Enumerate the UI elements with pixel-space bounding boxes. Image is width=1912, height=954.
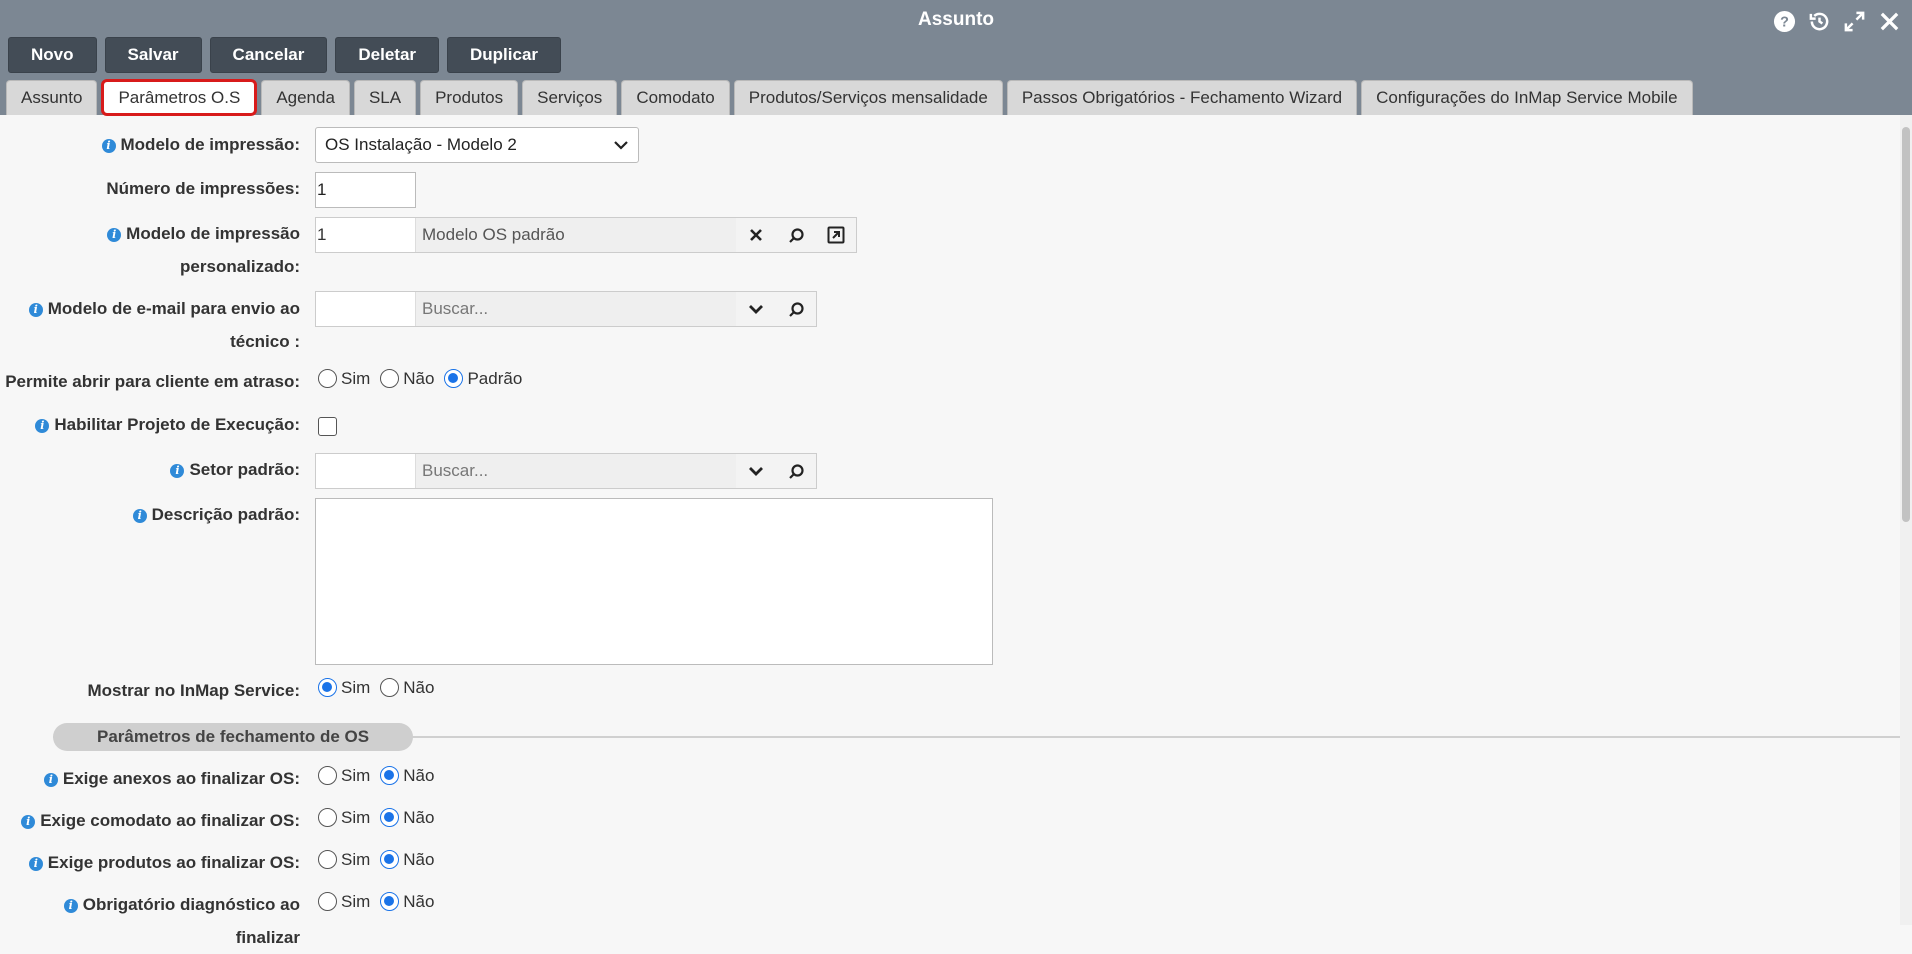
info-icon[interactable]: i (63, 898, 78, 913)
modelo-email-code-input[interactable] (316, 292, 416, 326)
exige-produtos-radio-group: Sim Não (318, 843, 434, 876)
info-icon[interactable]: i (28, 302, 43, 317)
setor-padrao-label: i Setor padrão: (170, 453, 300, 486)
modelo-email-lookup: Buscar... (315, 291, 817, 327)
radio-button[interactable] (318, 369, 337, 388)
permite-atraso-radio-group: Sim Não Padrão (318, 362, 522, 395)
modelo-email-label-cont: técnico : (230, 332, 300, 351)
obrigatorio-diagnostico-label: i Obrigatório diagnóstico ao finalizar (0, 888, 300, 954)
radio-button[interactable] (318, 892, 337, 911)
permite-atraso-nao[interactable]: Não (380, 369, 434, 389)
exige-anexos-sim[interactable]: Sim (318, 766, 370, 786)
modelo-impressao-label: i Modelo de impressão: (101, 128, 300, 161)
obrigatorio-diagnostico-nao[interactable]: Não (380, 892, 434, 912)
exige-anexos-nao[interactable]: Não (380, 766, 434, 786)
section-header: Parâmetros de fechamento de OS (53, 723, 1903, 751)
modelo-personalizado-label-cont: personalizado: (180, 257, 300, 276)
projeto-execucao-checkbox[interactable] (318, 417, 337, 436)
info-icon[interactable]: i (132, 508, 147, 523)
clear-icon[interactable] (736, 218, 776, 252)
modelo-impressao-value: OS Instalação - Modelo 2 (325, 135, 517, 154)
projeto-execucao-label: i Habilitar Projeto de Execução: (35, 408, 300, 441)
obrigatorio-diagnostico-sim[interactable]: Sim (318, 892, 370, 912)
exige-comodato-nao[interactable]: Não (380, 808, 434, 828)
chevron-down-icon[interactable] (736, 454, 776, 488)
modelo-personalizado-label: i Modelo de impressão (107, 217, 300, 250)
info-icon[interactable]: i (43, 772, 58, 787)
exige-anexos-label: i Exige anexos ao finalizar OS: (43, 762, 300, 795)
modelo-impressao-select[interactable]: OS Instalação - Modelo 2 (315, 127, 639, 163)
radio-button[interactable] (380, 369, 400, 388)
numero-impressoes-input[interactable]: 1 (315, 172, 416, 208)
descricao-padrao-label: i Descrição padrão: (132, 498, 300, 531)
info-icon[interactable]: i (28, 856, 43, 871)
modelo-email-label: i Modelo de e-mail para envio ao (28, 292, 300, 325)
modelo-email-search-input[interactable]: Buscar... (416, 292, 736, 326)
mostrar-inmap-nao[interactable]: Não (380, 678, 434, 698)
info-icon[interactable]: i (35, 418, 50, 433)
radio-button[interactable] (318, 766, 337, 785)
modelo-personalizado-code-input[interactable]: 1 (316, 218, 416, 252)
section-title: Parâmetros de fechamento de OS (53, 723, 414, 751)
radio-button-selected[interactable] (380, 892, 400, 911)
radio-button-selected[interactable] (380, 808, 400, 827)
exige-anexos-radio-group: Sim Não (318, 759, 434, 792)
info-icon[interactable]: i (170, 463, 185, 478)
search-icon[interactable] (776, 454, 816, 488)
form-content: i Modelo de impressão: OS Instalação - Mo… (0, 0, 1903, 947)
scrollbar-thumb[interactable] (1902, 127, 1910, 522)
scrollbar[interactable] (1900, 115, 1912, 925)
setor-padrao-lookup: Buscar... (315, 453, 817, 489)
search-icon[interactable] (776, 292, 816, 326)
permite-atraso-padrao[interactable]: Padrão (444, 369, 522, 389)
numero-impressoes-label: Número de impressões: (106, 179, 300, 198)
mostrar-inmap-label: Mostrar no InMap Service: (87, 681, 300, 700)
radio-button-selected[interactable] (380, 766, 400, 785)
open-external-icon[interactable] (816, 218, 856, 252)
info-icon[interactable]: i (21, 814, 36, 829)
obrigatorio-diagnostico-radio-group: Sim Não (318, 885, 434, 918)
exige-comodato-radio-group: Sim Não (318, 801, 434, 834)
permite-atraso-sim[interactable]: Sim (318, 369, 370, 389)
mostrar-inmap-radio-group: Sim Não (318, 671, 434, 704)
radio-button[interactable] (318, 850, 337, 869)
radio-button-selected[interactable] (444, 369, 464, 388)
exige-produtos-label: i Exige produtos ao finalizar OS: (28, 846, 300, 879)
exige-comodato-sim[interactable]: Sim (318, 808, 370, 828)
exige-produtos-nao[interactable]: Não (380, 850, 434, 870)
descricao-padrao-textarea[interactable] (315, 498, 993, 665)
modelo-personalizado-description: Modelo OS padrão (422, 225, 565, 244)
exige-comodato-label: i Exige comodato ao finalizar OS: (21, 804, 300, 837)
radio-button[interactable] (318, 808, 337, 827)
radio-button[interactable] (380, 678, 400, 697)
setor-padrao-code-input[interactable] (316, 454, 416, 488)
info-icon[interactable]: i (107, 227, 122, 242)
permite-atraso-label: Permite abrir para cliente em atraso: (5, 372, 300, 391)
chevron-down-icon[interactable] (736, 292, 776, 326)
search-icon[interactable] (776, 218, 816, 252)
chevron-down-icon (614, 141, 628, 150)
radio-button-selected[interactable] (380, 850, 400, 869)
radio-button-selected[interactable] (318, 678, 337, 697)
setor-padrao-search-input[interactable]: Buscar... (416, 454, 736, 488)
modelo-personalizado-lookup: 1 Modelo OS padrão (315, 217, 857, 253)
exige-produtos-sim[interactable]: Sim (318, 850, 370, 870)
mostrar-inmap-sim[interactable]: Sim (318, 678, 370, 698)
info-icon[interactable]: i (101, 138, 116, 153)
